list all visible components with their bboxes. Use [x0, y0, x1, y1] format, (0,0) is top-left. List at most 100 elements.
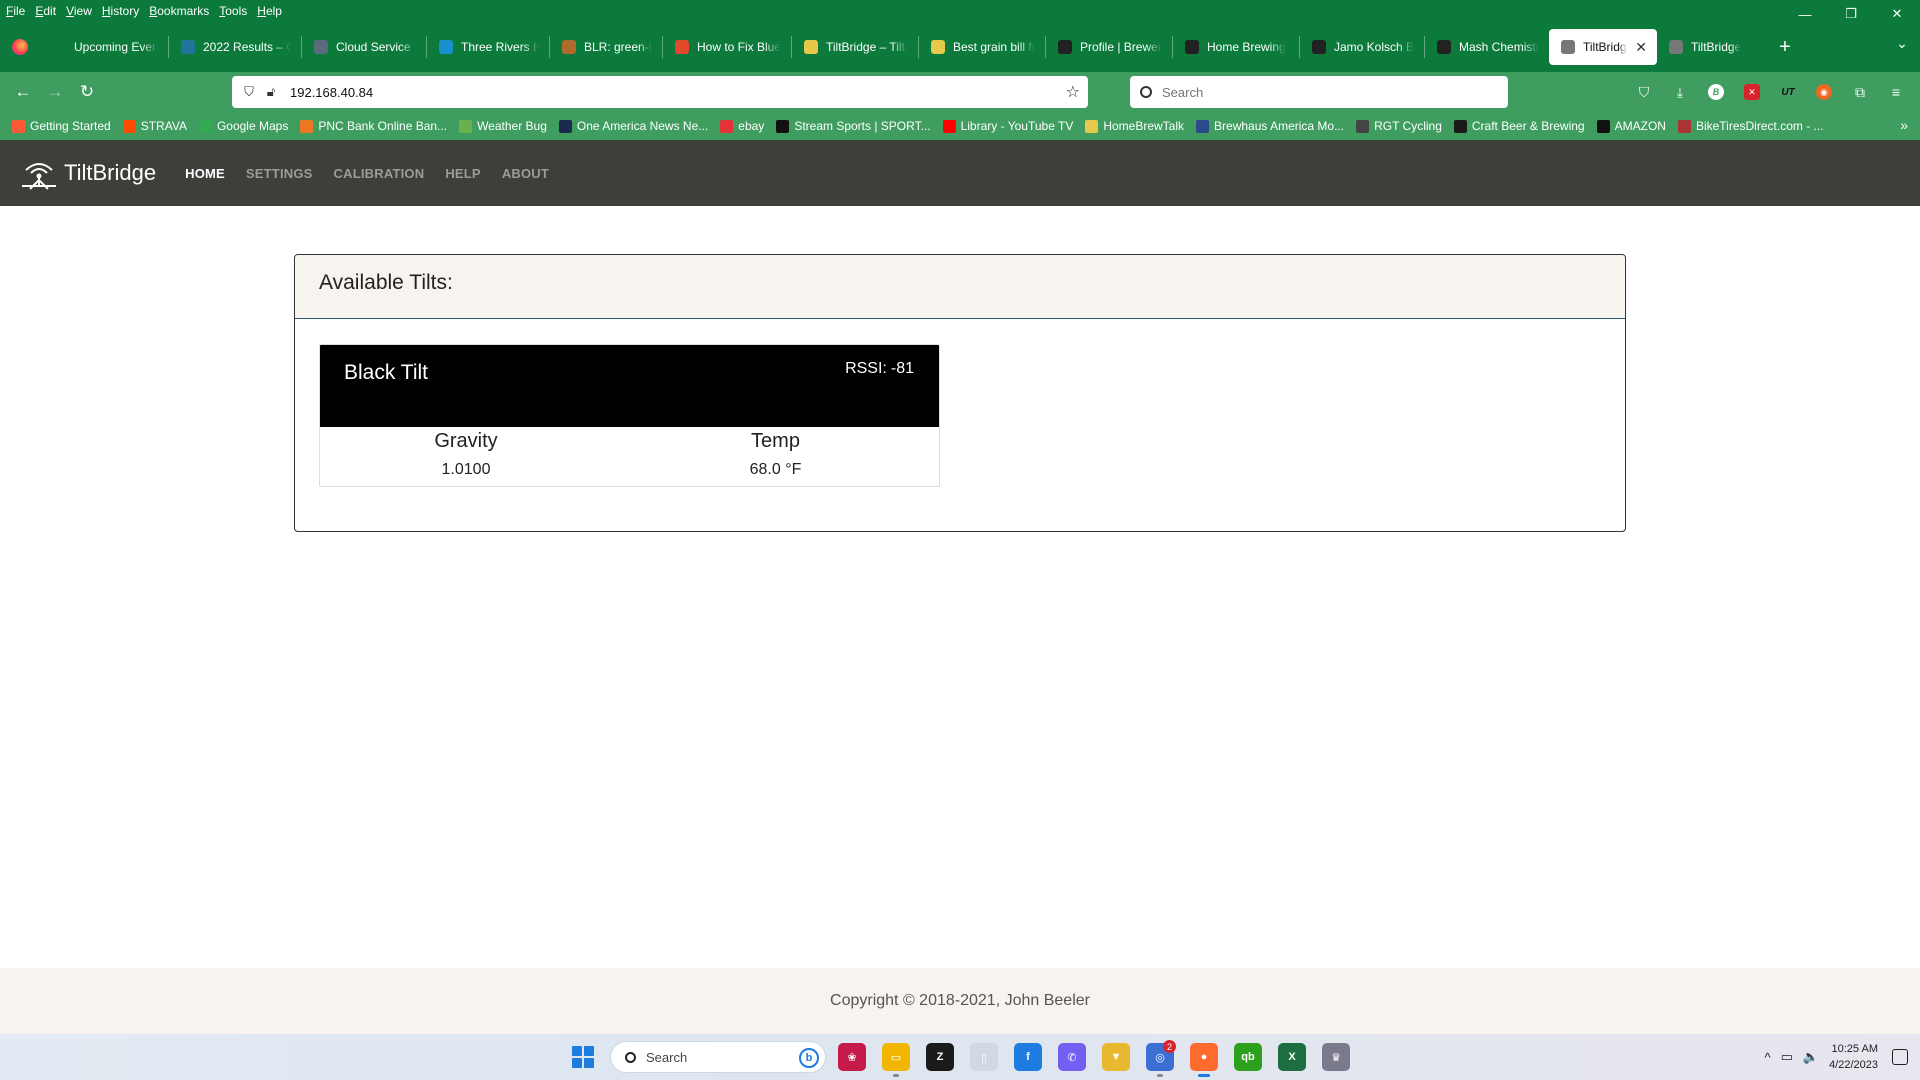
clock[interactable]: 10:25 AM 4/22/2023 [1829, 1041, 1878, 1073]
bing-icon[interactable]: b [799, 1048, 819, 1068]
volume-icon[interactable]: 🔈 [1803, 1049, 1819, 1065]
bookmark-item[interactable]: RGT Cycling [1356, 119, 1442, 133]
show-hidden-icons-icon[interactable]: ^ [1764, 1050, 1770, 1065]
search-bar[interactable] [1130, 76, 1508, 108]
bookmark-item[interactable]: BikeTiresDirect.com - ... [1677, 119, 1824, 133]
tab-favicon-icon [675, 40, 689, 54]
viber-app-icon[interactable]: ✆ [1058, 1043, 1086, 1071]
menu-edit[interactable]: Edit [35, 4, 56, 18]
bookmark-item[interactable]: Google Maps [198, 119, 289, 133]
bookmark-item[interactable]: ebay [720, 119, 764, 133]
bookmark-item[interactable]: PNC Bank Online Ban... [300, 119, 447, 133]
brave-extension-icon[interactable]: ◉ [1806, 77, 1842, 107]
download-icon[interactable]: ⤓ [1662, 77, 1698, 107]
menu-history[interactable]: History [102, 4, 139, 18]
notifications-icon[interactable] [1892, 1049, 1908, 1065]
bookmark-star-icon[interactable]: ☆ [1066, 82, 1080, 102]
bookmark-item[interactable]: STRAVA [122, 119, 187, 133]
bookmark-favicon-icon [1085, 119, 1099, 133]
search-input[interactable] [1162, 84, 1482, 100]
bookmark-item[interactable]: Craft Beer & Brewing [1453, 119, 1585, 133]
ut-extension-icon[interactable]: UT [1770, 77, 1806, 107]
nav-about[interactable]: ABOUT [502, 166, 549, 181]
firefox-app-icon[interactable]: ● [1190, 1043, 1218, 1077]
tab-6[interactable]: TiltBridge – Tilt- [792, 29, 918, 65]
bookmark-label: Stream Sports | SPORT... [794, 119, 931, 133]
bookmark-item[interactable]: Getting Started [12, 119, 111, 133]
tab-12[interactable]: TiltBridge✕ [1549, 29, 1657, 65]
excel-app-icon[interactable]: X [1278, 1043, 1306, 1071]
menu-bar: File Edit View History Bookmarks Tools H… [0, 0, 1920, 22]
forward-button[interactable]: → [40, 77, 70, 107]
url-bar[interactable]: ⛉ 🔓︎ 192.168.40.84 ☆ [232, 76, 1088, 108]
file-explorer-app-icon[interactable]: ▭ [882, 1043, 910, 1077]
tab-13[interactable]: TiltBridge [1657, 29, 1767, 65]
back-button[interactable]: ← [8, 77, 38, 107]
bookmark-label: Google Maps [216, 119, 289, 133]
reload-button[interactable]: ↻ [72, 77, 102, 107]
bookmark-label: HomeBrewTalk [1103, 119, 1185, 133]
bookmark-item[interactable]: Brewhaus America Mo... [1196, 119, 1344, 133]
menu-file[interactable]: File [6, 4, 25, 18]
beer-app-icon[interactable]: ▼ [1102, 1043, 1130, 1071]
brand[interactable]: TiltBridge [18, 156, 156, 190]
notepad-app-icon[interactable]: ▯ [970, 1043, 998, 1071]
feedback-app-icon[interactable]: f [1014, 1043, 1042, 1071]
tab-5[interactable]: How to Fix Blue [663, 29, 791, 65]
start-icon[interactable] [572, 1046, 594, 1068]
menu-bookmarks[interactable]: Bookmarks [149, 4, 209, 18]
tilt-card-body: Gravity 1.0100 Temp 68.0 °F [320, 427, 939, 486]
pocket-icon[interactable]: ⛉ [1626, 77, 1662, 107]
bookmark-item[interactable]: AMAZON [1596, 119, 1666, 133]
bookmark-item[interactable]: Library - YouTube TV [942, 119, 1073, 133]
brand-name: TiltBridge [64, 160, 157, 185]
b-extension-icon[interactable]: B [1698, 77, 1734, 107]
tab-10[interactable]: Jamo Kolsch Be [1300, 29, 1424, 65]
menu-icon[interactable]: ≡ [1878, 77, 1914, 107]
wizard-app-icon[interactable]: ♛ [1322, 1043, 1350, 1071]
search-icon [625, 1051, 636, 1063]
network-icon[interactable]: ▭ [1781, 1049, 1793, 1065]
bookmark-item[interactable]: Weather Bug [459, 119, 547, 133]
tab-7[interactable]: Best grain bill fo [919, 29, 1045, 65]
bookmark-item[interactable]: HomeBrewTalk [1085, 119, 1184, 133]
raspberry-pi-app-icon[interactable]: ❀ [838, 1043, 866, 1071]
tab-favicon-icon [314, 40, 328, 54]
nav-help[interactable]: HELP [445, 166, 480, 181]
bookmark-item[interactable]: One America News Ne... [558, 119, 708, 133]
list-all-tabs-button[interactable]: ⌄ [1884, 35, 1920, 52]
tab-2[interactable]: Cloud Service Sc [302, 29, 426, 65]
more-bookmarks-button[interactable]: » [1900, 117, 1908, 133]
tab-4[interactable]: BLR: green-flag [550, 29, 662, 65]
tab-label: Profile | Brewer [1080, 40, 1162, 54]
menu-help[interactable]: Help [257, 4, 282, 18]
tab-9[interactable]: Home Brewing [1173, 29, 1299, 65]
menu-view[interactable]: View [66, 4, 92, 18]
quickbooks-app-icon[interactable]: qb [1234, 1043, 1262, 1071]
nav-settings[interactable]: SETTINGS [246, 166, 313, 181]
new-tab-button[interactable]: + [1767, 36, 1803, 59]
nav-calibration[interactable]: CALIBRATION [334, 166, 425, 181]
gravity-value: 1.0100 [441, 461, 491, 478]
tab-favicon-icon [52, 40, 66, 54]
tab-3[interactable]: Three Rivers He [427, 29, 549, 65]
menu-tools[interactable]: Tools [219, 4, 247, 18]
tab-8[interactable]: Profile | Brewer [1046, 29, 1172, 65]
taskbar-search[interactable]: Search b [610, 1041, 826, 1073]
nav-home[interactable]: HOME [185, 166, 225, 181]
red-extension-icon[interactable]: ✕ [1734, 77, 1770, 107]
bookmark-label: Craft Beer & Brewing [1471, 119, 1585, 133]
url-text[interactable]: 192.168.40.84 [290, 85, 373, 100]
gravity-column: Gravity 1.0100 [320, 427, 612, 486]
tab-11[interactable]: Mash Chemistry [1425, 29, 1549, 65]
tab-1[interactable]: 2022 Results – C [169, 29, 301, 65]
bookmark-item[interactable]: Stream Sports | SPORT... [776, 119, 931, 133]
terminal-app-icon[interactable]: Z [926, 1043, 954, 1071]
extensions-icon[interactable]: ⧉ [1842, 77, 1878, 107]
shield-icon[interactable]: ⛉ [238, 84, 260, 100]
lock-icon[interactable]: 🔓︎ [260, 84, 282, 100]
firefox-view-icon[interactable] [0, 22, 40, 72]
tab-0[interactable]: Upcoming Events – [40, 29, 168, 65]
tab-close-icon[interactable]: ✕ [1627, 39, 1647, 56]
taskbar: Search b ❀ ▭ Z ▯ f ✆ ▼ ◎ ● qb X ♛ 2 ^ ▭ 🔈 10:25 AM … [0, 1034, 1920, 1080]
